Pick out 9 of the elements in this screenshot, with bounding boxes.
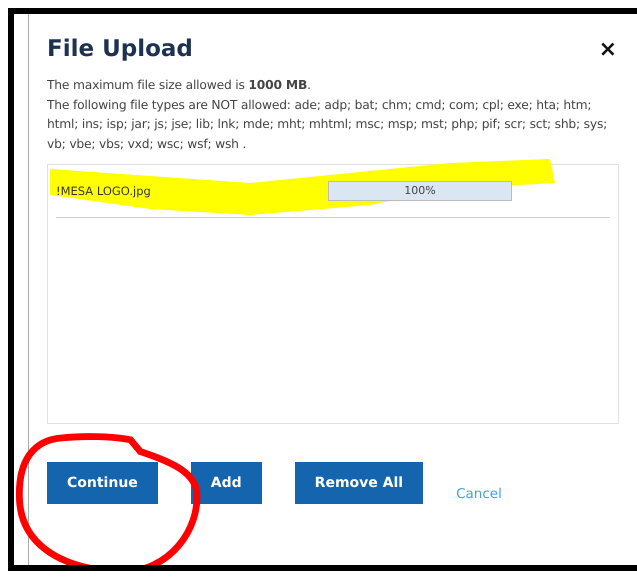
action-button[interactable]: Remove All (294, 462, 424, 504)
action-button[interactable]: Continue (47, 462, 158, 504)
close-button[interactable]: × (592, 36, 623, 62)
dialog-title: File Upload (47, 36, 193, 62)
size-note: The maximum file size allowed is 1000 MB. (47, 77, 312, 94)
action-button[interactable]: Add (190, 462, 262, 504)
progress-reading: 100% (403, 183, 437, 199)
file-name: !MESA LOGO.jpg (56, 184, 152, 198)
file-types-note: The following file types are NOT allowed: ade; adp; bat; chm; cmd; com; cpl; exe; hta; htm; html; ins; isp; jar; js; jse; lib; lnk; mde; mht; mhtml; msc; msp; mst; php; pif; scr; sct; shb; sys; vb; vbe; vbs; vxd; wsc; wsf; wsh . (47, 96, 608, 152)
